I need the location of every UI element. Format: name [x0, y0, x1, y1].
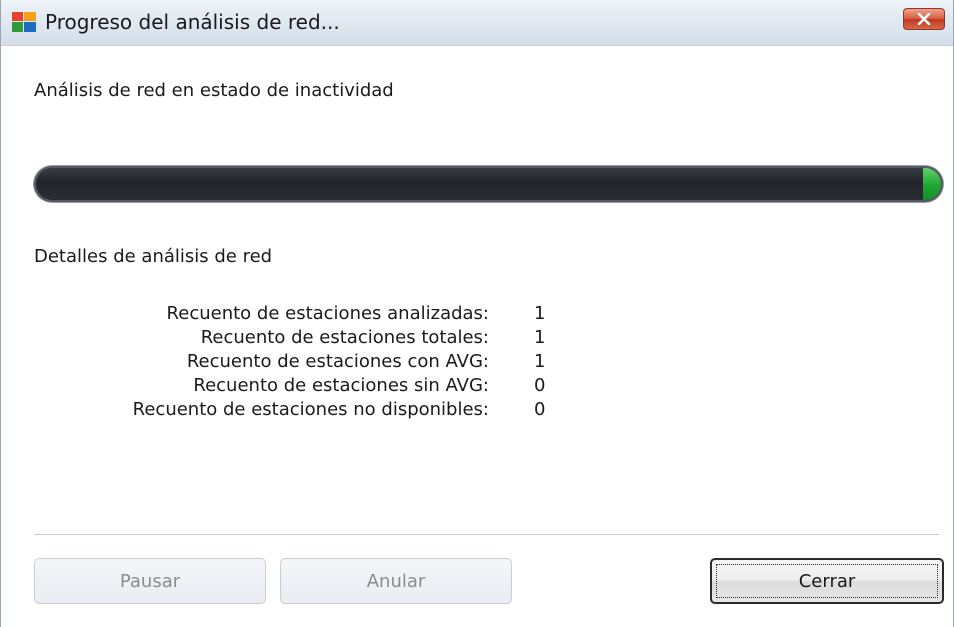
detail-label: Recuento de estaciones con AVG:	[186, 351, 489, 372]
detail-row-with-avg: Recuento de estaciones con AVG: 1	[1, 351, 701, 377]
detail-label: Recuento de estaciones totales:	[200, 327, 489, 348]
detail-label: Recuento de estaciones no disponibles:	[132, 399, 489, 420]
details-section-label: Detalles de análisis de red	[34, 246, 273, 267]
dialog-window: Progreso del análisis de red... Análisis…	[0, 0, 954, 627]
close-icon	[917, 13, 931, 25]
avg-logo-icon	[12, 12, 36, 32]
pause-button[interactable]: Pausar	[34, 558, 266, 604]
detail-row-without-avg: Recuento de estaciones sin AVG: 0	[1, 375, 701, 401]
detail-label: Recuento de estaciones sin AVG:	[193, 375, 489, 396]
detail-row-unavailable: Recuento de estaciones no disponibles: 0	[1, 399, 701, 425]
close-dialog-button[interactable]: Cerrar	[710, 558, 944, 604]
progress-bar	[34, 166, 943, 202]
detail-row-analyzed: Recuento de estaciones analizadas: 1	[1, 303, 701, 329]
title-bar[interactable]: Progreso del análisis de red...	[1, 0, 953, 46]
status-text: Análisis de red en estado de inactividad	[34, 80, 394, 101]
progress-bar-fill	[923, 168, 941, 200]
window-title: Progreso del análisis de red...	[45, 10, 340, 34]
detail-value: 1	[534, 351, 546, 372]
detail-value: 1	[534, 327, 546, 348]
close-button[interactable]	[903, 8, 945, 30]
detail-value: 1	[534, 303, 546, 324]
detail-row-total: Recuento de estaciones totales: 1	[1, 327, 701, 353]
detail-value: 0	[534, 399, 546, 420]
detail-label: Recuento de estaciones analizadas:	[166, 303, 489, 324]
separator	[34, 534, 939, 536]
close-button-label: Cerrar	[798, 570, 856, 592]
cancel-button[interactable]: Anular	[280, 558, 512, 604]
detail-value: 0	[534, 375, 546, 396]
